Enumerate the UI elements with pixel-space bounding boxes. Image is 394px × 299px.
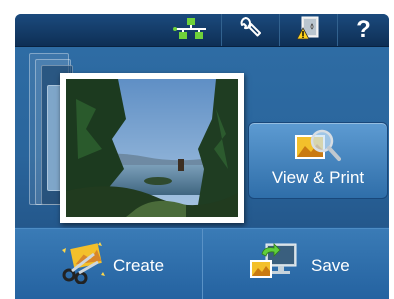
- printer-display: ? View & Print Create Save: [15, 14, 389, 299]
- photo-magnifier-icon: [293, 128, 341, 173]
- scissors-create-icon: [60, 240, 106, 289]
- view-print-label: View & Print: [271, 168, 365, 187]
- photo-viewer: View & Print: [15, 47, 389, 227]
- save-button[interactable]: Save: [202, 229, 389, 299]
- create-button[interactable]: Create: [15, 229, 201, 299]
- help-icon: ?: [356, 16, 371, 43]
- ink-levels-warning-icon: [295, 15, 323, 46]
- current-photo[interactable]: [60, 73, 244, 223]
- help-button[interactable]: ?: [337, 14, 389, 46]
- status-bar: ?: [15, 14, 389, 47]
- wrench-icon: [239, 16, 263, 45]
- view-print-button[interactable]: View & Print: [248, 122, 388, 199]
- save-to-computer-icon: [248, 240, 298, 291]
- create-label: Create: [113, 256, 165, 275]
- save-label: Save: [311, 256, 350, 275]
- ink-levels-button[interactable]: [279, 14, 337, 46]
- setup-button[interactable]: [221, 14, 279, 46]
- network-status-icon: [173, 17, 209, 44]
- lake-landscape-thumbnail: [66, 79, 238, 217]
- action-bar: Create Save: [15, 228, 389, 299]
- network-button[interactable]: [165, 14, 217, 46]
